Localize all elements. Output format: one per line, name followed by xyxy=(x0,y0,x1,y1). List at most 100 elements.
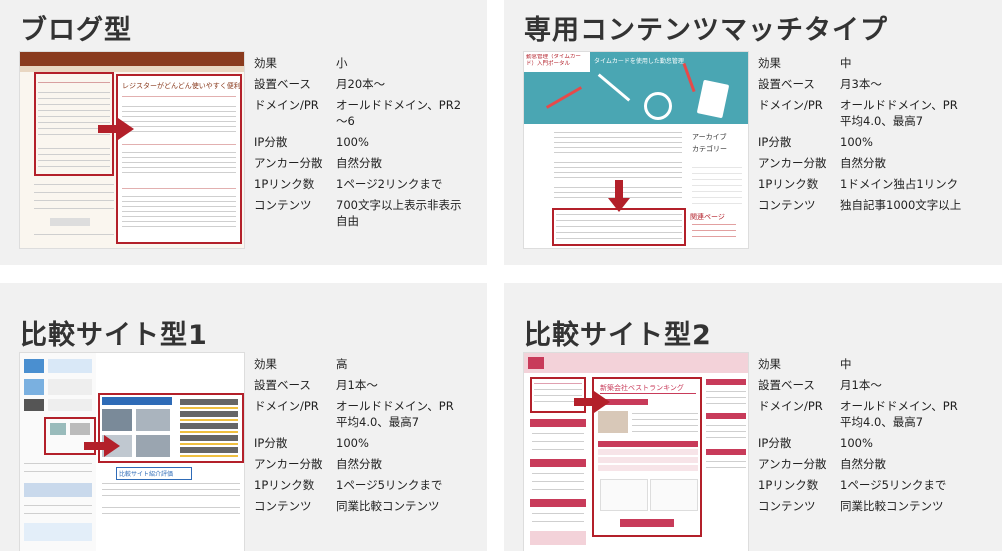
spec-table: 効果 小 設置ベース 月20本～ ドメイン/PR オールドドメイン、PR2～6 IP分… xyxy=(254,54,464,233)
spec-value: 独自記事1000文字以上 xyxy=(840,198,962,212)
spec-row: ドメイン/PR オールドドメイン、PR平均4.0、最高7 xyxy=(758,96,968,133)
spec-label: ドメイン/PR xyxy=(758,399,823,413)
spec-label: 設置ベース xyxy=(254,378,311,392)
site-name: 勤怠管理（タイムカード）入門ポータル xyxy=(526,54,581,67)
banner-text: タイムカードを使用した勤怠管理 xyxy=(594,58,684,65)
spec-row: ドメイン/PR オールドドメイン、PR平均4.0、最高7 xyxy=(758,397,968,434)
spec-row: IP分散 100% xyxy=(254,434,464,455)
spec-table: 効果 中 設置ベース 月1本～ ドメイン/PR オールドドメイン、PR平均4.0、最高… xyxy=(758,355,968,518)
spec-value: 1ページ5リンクまで xyxy=(336,478,443,492)
spec-row: 効果 小 xyxy=(254,54,464,75)
zoom-heading: レジスターがどんどん使いやすく便利に！ xyxy=(122,82,240,90)
spec-label: 設置ベース xyxy=(758,77,815,91)
spec-row: アンカー分散 自然分散 xyxy=(254,154,464,175)
spec-label: 効果 xyxy=(758,357,781,371)
spec-row: 1Pリンク数 1ページ2リンクまで xyxy=(254,175,464,196)
spec-label: 効果 xyxy=(254,357,277,371)
spec-label: アンカー分散 xyxy=(758,457,827,471)
spec-label: ドメイン/PR xyxy=(254,399,319,413)
spec-row: 設置ベース 月1本～ xyxy=(758,376,968,397)
spec-row: 1Pリンク数 1ページ5リンクまで xyxy=(254,476,464,497)
arrow-right-icon xyxy=(98,118,134,140)
spec-label: アンカー分散 xyxy=(254,457,323,471)
spec-label: IP分散 xyxy=(254,436,288,450)
spec-label: 1Pリンク数 xyxy=(254,478,315,492)
card-title: 比較サイト型1 xyxy=(20,320,208,351)
spec-label: IP分散 xyxy=(254,135,288,149)
thumbnail-compare-2: 新築会社ベストランキング xyxy=(524,353,748,551)
spec-value: 小 xyxy=(336,56,348,70)
spec-label: ドメイン/PR xyxy=(758,98,823,112)
spec-row: 効果 中 xyxy=(758,54,968,75)
spec-value: 700文字以上表示非表示自由 xyxy=(336,198,462,228)
spec-value: 自然分散 xyxy=(336,156,382,170)
spec-row: IP分散 100% xyxy=(758,133,968,154)
spec-row: IP分散 100% xyxy=(758,434,968,455)
spec-label: コンテンツ xyxy=(758,499,816,513)
thumbnail-blog: レジスターがどんどん使いやすく便利に！ xyxy=(20,52,244,248)
spec-value: 自然分散 xyxy=(840,457,886,471)
spec-row: コンテンツ 同業比較コンテンツ xyxy=(758,497,968,518)
spec-value: 1ページ5リンクまで xyxy=(840,478,947,492)
spec-label: 効果 xyxy=(254,56,277,70)
spec-value: 自然分散 xyxy=(336,457,382,471)
spec-row: コンテンツ 同業比較コンテンツ xyxy=(254,497,464,518)
card-content-match: 専用コンテンツマッチタイプ 勤怠管理（タイムカード）入門ポータル タイムカードを… xyxy=(504,0,1002,265)
card-compare-2: 比較サイト型2 新築会社ベストランキング 効果 中 設置ベース 月1本～ ドメイ… xyxy=(504,283,1002,551)
spec-row: 1Pリンク数 1ドメイン独占1リンク xyxy=(758,175,968,196)
sidebar-related: 関連ページ xyxy=(690,213,725,221)
spec-value: 高 xyxy=(336,357,348,371)
card-title: ブログ型 xyxy=(20,15,132,46)
spec-row: 設置ベース 月1本～ xyxy=(254,376,464,397)
arrow-down-icon xyxy=(608,180,630,212)
spec-row: アンカー分散 自然分散 xyxy=(254,455,464,476)
spec-label: 効果 xyxy=(758,56,781,70)
spec-value: 月20本～ xyxy=(336,77,386,91)
sidebar-archive: アーカイブ xyxy=(692,133,727,141)
spec-value: 100% xyxy=(840,135,873,149)
spec-label: 設置ベース xyxy=(254,77,311,91)
spec-value: オールドドメイン、PR平均4.0、最高7 xyxy=(840,399,958,429)
arrow-right-icon xyxy=(84,435,120,457)
arrow-right-icon xyxy=(574,391,610,413)
spec-row: 効果 高 xyxy=(254,355,464,376)
spec-row: IP分散 100% xyxy=(254,133,464,154)
spec-value: 1ページ2リンクまで xyxy=(336,177,443,191)
spec-label: IP分散 xyxy=(758,436,792,450)
spec-row: アンカー分散 自然分散 xyxy=(758,154,968,175)
spec-value: 自然分散 xyxy=(840,156,886,170)
spec-value: 月1本～ xyxy=(840,378,882,392)
spec-row: アンカー分散 自然分散 xyxy=(758,455,968,476)
spec-label: 1Pリンク数 xyxy=(758,478,819,492)
spec-value: 月1本～ xyxy=(336,378,378,392)
spec-value: 月3本～ xyxy=(840,77,882,91)
ranking-title: 新築会社ベストランキング xyxy=(600,383,696,394)
spec-label: コンテンツ xyxy=(254,198,312,212)
spec-label: 設置ベース xyxy=(758,378,815,392)
card-compare-1: 比較サイト型1 比較サイト紹介評価 効果 高 設置ベース 月1本～ ドメイン/P… xyxy=(0,283,487,551)
spec-row: ドメイン/PR オールドドメイン、PR平均4.0、最高7 xyxy=(254,397,464,434)
spec-value: 1ドメイン独占1リンク xyxy=(840,177,959,191)
spec-value: オールドドメイン、PR平均4.0、最高7 xyxy=(336,399,454,429)
card-title: 専用コンテンツマッチタイプ xyxy=(524,15,888,46)
spec-value: 同業比較コンテンツ xyxy=(840,499,944,513)
spec-label: IP分散 xyxy=(758,135,792,149)
sidebar-category: カテゴリー xyxy=(692,145,727,153)
spec-row: コンテンツ 700文字以上表示非表示自由 xyxy=(254,196,464,233)
thumbnail-compare-1: 比較サイト紹介評価 xyxy=(20,353,244,551)
card-title: 比較サイト型2 xyxy=(524,320,712,351)
spec-label: ドメイン/PR xyxy=(254,98,319,112)
spec-row: ドメイン/PR オールドドメイン、PR2～6 xyxy=(254,96,464,133)
spec-label: コンテンツ xyxy=(758,198,816,212)
spec-label: 1Pリンク数 xyxy=(254,177,315,191)
compare-label: 比較サイト紹介評価 xyxy=(116,467,192,480)
spec-value: 同業比較コンテンツ xyxy=(336,499,440,513)
spec-label: 1Pリンク数 xyxy=(758,177,819,191)
spec-value: オールドドメイン、PR平均4.0、最高7 xyxy=(840,98,958,128)
spec-label: アンカー分散 xyxy=(758,156,827,170)
spec-label: アンカー分散 xyxy=(254,156,323,170)
spec-value: 中 xyxy=(840,357,852,371)
card-blog: ブログ型 レジスターがどんどん使いやすく便利に！ xyxy=(0,0,487,265)
spec-row: コンテンツ 独自記事1000文字以上 xyxy=(758,196,968,217)
spec-row: 設置ベース 月20本～ xyxy=(254,75,464,96)
